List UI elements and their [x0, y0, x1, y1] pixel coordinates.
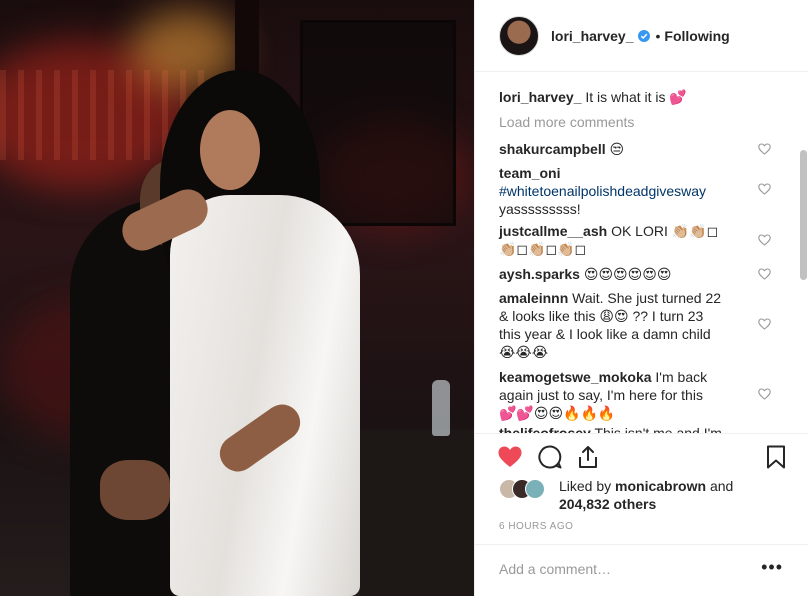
comment-username[interactable]: team_oni — [499, 165, 560, 181]
more-options-icon[interactable]: ••• — [761, 557, 783, 578]
dark-window — [300, 20, 456, 226]
avatar — [525, 479, 545, 499]
comment-username[interactable]: amaleinnn — [499, 290, 568, 306]
like-comment-heart-icon[interactable] — [758, 183, 771, 195]
hand — [100, 460, 170, 520]
comment-text: 😍😍😍😍😍😍 — [583, 266, 672, 282]
woman-face — [200, 110, 260, 190]
post-timestamp[interactable]: 6 HOURS AGO — [499, 521, 573, 532]
caption-username[interactable]: lori_harvey_ — [499, 89, 582, 105]
comment-username[interactable]: thelifeofrosey — [499, 425, 591, 433]
comment-username[interactable]: justcallme__ash — [499, 223, 607, 239]
likes-prefix: Liked by — [559, 478, 612, 494]
post-photo[interactable] — [0, 0, 474, 596]
table — [360, 430, 474, 596]
avatar[interactable] — [499, 15, 539, 56]
likes-conjunction: and — [709, 478, 734, 494]
add-comment-bar: Add a comment… ••• — [475, 544, 808, 596]
save-bookmark-icon[interactable] — [763, 444, 789, 470]
header-username[interactable]: lori_harvey_ — [551, 28, 634, 44]
liker-username[interactable]: monicabrown — [615, 478, 706, 494]
add-comment-input[interactable]: Add a comment… — [499, 561, 611, 577]
comments-list[interactable]: lori_harvey_ It is what it is 💕 Load mor… — [475, 72, 808, 434]
comment-text: & looks like this 😩😍 ?? I turn 23 — [499, 308, 704, 324]
like-comment-heart-icon[interactable] — [758, 388, 771, 400]
comments-scrollbar[interactable] — [800, 150, 807, 280]
like-comment-heart-icon[interactable] — [758, 268, 771, 280]
comment: keamogetswe_mokoka I'm back again just t… — [499, 368, 749, 422]
like-comment-heart-icon[interactable] — [758, 143, 771, 155]
comment-text: Wait. She just turned 22 — [572, 290, 722, 306]
comment-text: 😭😭😭 — [499, 344, 549, 360]
action-bar — [475, 434, 808, 480]
comment: thelifeofrosey This isn't me and I'm — [499, 424, 749, 434]
comment-username[interactable]: aysh.sparks — [499, 266, 580, 282]
comment-hashtag[interactable]: #whitetoenailpolishdeadgivesway — [499, 183, 706, 199]
comment-username[interactable]: keamogetswe_mokoka — [499, 369, 652, 385]
likes-text: Liked by monicabrown and 204,832 others — [559, 477, 733, 513]
caption-text: It is what it is 💕 — [585, 89, 687, 105]
post-side-panel: lori_harvey_ • Following lori_harvey_ It… — [474, 0, 808, 596]
separator-dot: • — [655, 27, 661, 44]
comment-username[interactable]: shakurcampbell — [499, 141, 606, 157]
load-more-comments[interactable]: Load more comments — [499, 114, 634, 130]
like-comment-heart-icon[interactable] — [758, 318, 771, 330]
share-icon[interactable] — [575, 444, 601, 470]
comment-text: yasssssssss! — [499, 201, 581, 217]
caption: lori_harvey_ It is what it is 💕 — [499, 88, 749, 106]
comment-text: again just to say, I'm here for this — [499, 387, 703, 403]
post-header: lori_harvey_ • Following — [475, 0, 808, 72]
liked-heart-icon[interactable] — [497, 444, 523, 470]
liker-avatars — [499, 479, 551, 499]
comment: justcallme__ash OK LORI 👏🏼👏🏼◻ 👏🏼◻👏🏼◻👏🏼◻ — [499, 222, 749, 258]
comment-text: I'm back — [655, 369, 708, 385]
bottle — [432, 380, 450, 436]
comment-text: 💕💕😍😍🔥🔥🔥 — [499, 405, 616, 421]
comment: amaleinnn Wait. She just turned 22 & loo… — [499, 289, 749, 361]
comment-text: OK LORI 👏🏼👏🏼◻ — [611, 223, 719, 239]
comment-text: this year & I look like a damn child — [499, 326, 711, 342]
comment: team_oni #whitetoenailpolishdeadgivesway… — [499, 164, 749, 218]
comment-text: This isn't me and I'm — [594, 425, 722, 434]
comment-text: 😒 — [609, 141, 625, 157]
comment: aysh.sparks 😍😍😍😍😍😍 — [499, 265, 749, 283]
instagram-post: lori_harvey_ • Following lori_harvey_ It… — [0, 0, 808, 596]
like-comment-heart-icon[interactable] — [758, 234, 771, 246]
following-button[interactable]: Following — [664, 28, 729, 44]
likes-count[interactable]: 204,832 others — [559, 496, 656, 512]
comment-text: 👏🏼◻👏🏼◻👏🏼◻ — [499, 241, 587, 257]
verified-badge-icon — [637, 29, 650, 42]
white-shirt — [170, 195, 360, 596]
comment: shakurcampbell 😒 — [499, 140, 749, 158]
comment-icon[interactable] — [537, 444, 563, 470]
